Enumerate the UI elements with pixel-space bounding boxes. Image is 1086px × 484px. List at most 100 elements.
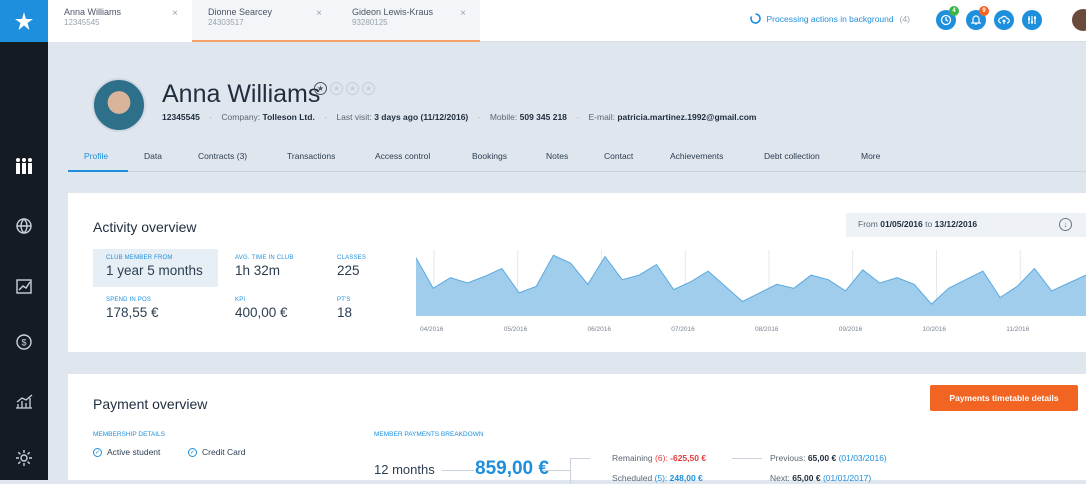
- tab-dionne-searcey[interactable]: Dionne Searcey 24303517 ×: [192, 0, 336, 42]
- previous-row: Previous: 65,00 € (01/03/2016): [770, 453, 887, 463]
- last-visit-value: 3 days ago (11/12/2016): [374, 112, 469, 122]
- star-empty-icon[interactable]: ★: [362, 82, 375, 95]
- money-nav-icon[interactable]: $: [0, 322, 48, 362]
- stat-label: PT's: [337, 297, 351, 303]
- subnav-contracts[interactable]: Contracts (3): [198, 144, 247, 172]
- date-from-label: From: [858, 219, 878, 229]
- download-icon[interactable]: ↓: [1059, 218, 1072, 231]
- subnav-more[interactable]: More: [861, 144, 880, 172]
- bell-icon: [970, 15, 982, 25]
- email-value[interactable]: patricia.martinez.1992@gmail.com: [617, 112, 756, 122]
- member-meta: 12345545 · Company: Tolleson Ltd. · Last…: [162, 112, 757, 122]
- subnav-bookings[interactable]: Bookings: [472, 144, 507, 172]
- star-logo-icon: [15, 12, 33, 30]
- notifications-button[interactable]: 9: [966, 6, 989, 30]
- company-label: Company:: [221, 112, 261, 122]
- subnav-achievements[interactable]: Achievements: [670, 144, 723, 172]
- option-credit-card[interactable]: ✓ Credit Card: [188, 447, 245, 457]
- x-tick-label: 05/2016: [504, 326, 528, 333]
- app-logo[interactable]: [0, 0, 48, 42]
- activity-title: Activity overview: [93, 219, 197, 235]
- scheduled-row: Scheduled (5): 248,00 €: [612, 473, 703, 483]
- star-empty-icon[interactable]: ★: [346, 82, 359, 95]
- filters-button[interactable]: [1022, 10, 1042, 30]
- x-tick-label: 11/2016: [1006, 326, 1029, 333]
- previous-label: Previous:: [770, 453, 806, 463]
- stat-label: Classes: [337, 255, 367, 261]
- mobile-value: 509 345 218: [519, 112, 567, 122]
- close-icon[interactable]: ×: [316, 8, 322, 19]
- activity-card: Activity overview From 01/05/2016 to 13/…: [68, 193, 1086, 352]
- months-label: 12 months: [374, 462, 435, 477]
- option-active-student[interactable]: ✓ Active student: [93, 447, 160, 457]
- tab-anna-williams[interactable]: Anna Williams 12345545 ×: [48, 0, 192, 42]
- stat-kpi: KPI 400,00 €: [235, 297, 288, 320]
- subnav-contact[interactable]: Contact: [604, 144, 633, 172]
- tab-subtitle: 24303517: [208, 18, 244, 27]
- x-tick-label: 07/2016: [671, 326, 695, 333]
- stat-value: 400,00 €: [235, 305, 288, 320]
- check-circle-icon: ✓: [93, 447, 102, 457]
- stat-label: Spend in POS: [106, 297, 152, 303]
- upload-button[interactable]: [994, 10, 1014, 30]
- subnav-data[interactable]: Data: [144, 144, 162, 172]
- stat-value: 1h 32m: [235, 263, 281, 278]
- cloud-upload-icon: [998, 15, 1010, 24]
- stat-value: 1 year 5 months: [106, 263, 203, 278]
- stat-classes: Classes 225: [337, 255, 366, 278]
- processing-count: (4): [899, 13, 910, 24]
- subnav-debt-collection[interactable]: Debt collection: [764, 144, 820, 172]
- activity-chart[interactable]: 04/2016 05/2016 06/2016 07/2016 08/2016 09/20…: [416, 248, 1086, 338]
- payments-timetable-button[interactable]: Payments timetable details: [930, 385, 1078, 411]
- next-row: Next: 65,00 € (01/01/2017): [770, 473, 871, 483]
- scheduled-label: Scheduled: [612, 473, 653, 483]
- trend-nav-icon[interactable]: [0, 266, 48, 306]
- payment-total: 859,00 €: [475, 458, 549, 479]
- notification-badge: 4: [949, 6, 959, 16]
- subnav-access-control[interactable]: Access control: [375, 144, 430, 172]
- spinner-icon: [749, 13, 761, 24]
- breakdown-label: Member payments breakdown: [374, 431, 484, 438]
- timer-button[interactable]: 4: [936, 6, 959, 30]
- close-icon[interactable]: ×: [460, 8, 466, 19]
- stat-label: KPI: [235, 297, 246, 303]
- date-range-picker[interactable]: From 01/05/2016 to 13/12/2016 ↓: [846, 213, 1086, 237]
- remaining-label: Remaining: [612, 453, 653, 463]
- stat-spend-pos: Spend in POS 178,55 €: [106, 297, 159, 320]
- payment-title: Payment overview: [93, 396, 208, 412]
- user-avatar[interactable]: [1072, 9, 1086, 31]
- x-tick-label: 10/2016: [923, 326, 947, 333]
- option-label: Credit Card: [202, 447, 246, 457]
- analytics-nav-icon[interactable]: [0, 382, 48, 422]
- clock-icon: [940, 14, 952, 26]
- tab-subtitle: 12345545: [64, 18, 100, 27]
- previous-value: 65,00 €: [807, 453, 837, 463]
- sidebar: $: [0, 0, 48, 480]
- members-nav-icon[interactable]: [0, 146, 48, 186]
- x-tick-label: 09/2016: [839, 326, 863, 333]
- subnav-notes[interactable]: Notes: [546, 144, 568, 172]
- connector-line: [442, 470, 474, 471]
- star-empty-icon[interactable]: ★: [330, 82, 343, 95]
- close-icon[interactable]: ×: [172, 8, 178, 19]
- svg-text:$: $: [21, 338, 26, 348]
- subnav-transactions[interactable]: Transactions: [287, 144, 335, 172]
- profile-header: Anna Williams ★ ★ ★ ★ 12345545 · Company…: [48, 42, 1086, 192]
- stat-pts: PT's 18: [337, 297, 352, 320]
- company-value: Tolleson Ltd.: [262, 112, 315, 122]
- stat-avg-time: Avg. time in club 1h 32m: [235, 255, 294, 278]
- stat-value: 225: [337, 263, 360, 278]
- sliders-icon: [1028, 16, 1036, 24]
- tab-gideon-lewis-kraus[interactable]: Gideon Lewis-Kraus 93280125 ×: [336, 0, 480, 42]
- tab-subtitle: 93280125: [352, 18, 388, 27]
- remaining-count: (6):: [655, 453, 668, 463]
- globe-nav-icon[interactable]: [0, 206, 48, 246]
- next-date: (01/01/2017): [822, 473, 872, 483]
- check-circle-icon: ✓: [188, 447, 197, 457]
- rating-stars[interactable]: ★ ★ ★ ★: [314, 82, 375, 95]
- settings-nav-icon[interactable]: [0, 438, 48, 478]
- processing-status[interactable]: Processing actions in background (4): [749, 13, 910, 24]
- subnav-profile[interactable]: Profile: [68, 144, 128, 172]
- date-to-label: to: [925, 219, 933, 229]
- star-filled-icon[interactable]: ★: [314, 82, 327, 95]
